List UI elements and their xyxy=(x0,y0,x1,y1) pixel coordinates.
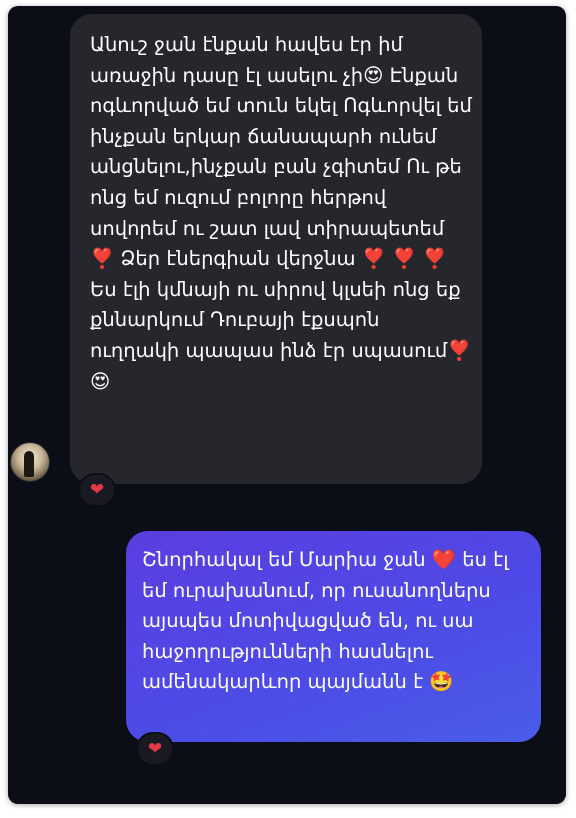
sender-avatar[interactable] xyxy=(10,442,50,482)
avatar-figure xyxy=(24,451,34,477)
chat-screen: Անուշ ջան էնքան հավես էր իմ առաջին դասը … xyxy=(8,6,566,804)
heart-reaction-icon[interactable]: ❤ xyxy=(136,732,174,766)
heart-reaction-icon[interactable]: ❤ xyxy=(78,473,116,507)
received-message-bubble[interactable]: Անուշ ջան էնքան հավես էր իմ առաջին դասը … xyxy=(70,14,482,484)
sent-message-bubble[interactable]: Շնորհակալ եմ Մարիա ջան ❤️ ես էլ եմ ուրախ… xyxy=(126,531,541,742)
